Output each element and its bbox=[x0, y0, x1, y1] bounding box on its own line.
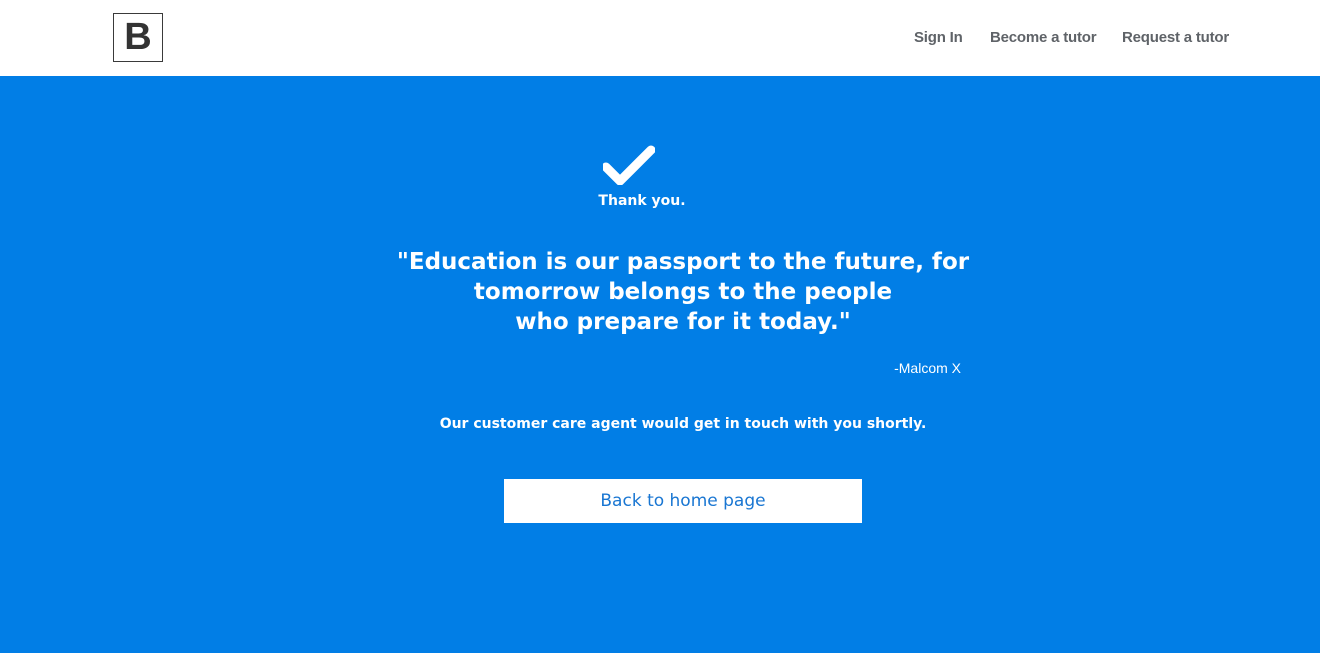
quote-author: -Malcom X bbox=[894, 360, 961, 376]
education-quote: "Education is our passport to the future… bbox=[360, 247, 1006, 337]
quote-line: who prepare for it today." bbox=[515, 309, 851, 335]
nav-become-tutor[interactable]: Become a tutor bbox=[990, 29, 1097, 46]
thank-you-section bbox=[0, 76, 1320, 653]
back-home-button[interactable]: Back to home page bbox=[504, 479, 862, 523]
quote-line: "Education is our passport to the future… bbox=[396, 249, 970, 275]
logo-link[interactable]: B bbox=[113, 13, 163, 62]
quote-line: tomorrow belongs to the people bbox=[473, 279, 893, 305]
nav-request-tutor[interactable]: Request a tutor bbox=[1122, 29, 1229, 46]
care-message: Our customer care agent would get in tou… bbox=[439, 416, 927, 432]
nav-sign-in[interactable]: Sign In bbox=[914, 29, 963, 46]
thank-you-text: Thank you. bbox=[598, 193, 686, 209]
top-header: B Sign In Become a tutor Request a tutor bbox=[0, 0, 1320, 76]
checkmark-icon bbox=[603, 145, 655, 185]
